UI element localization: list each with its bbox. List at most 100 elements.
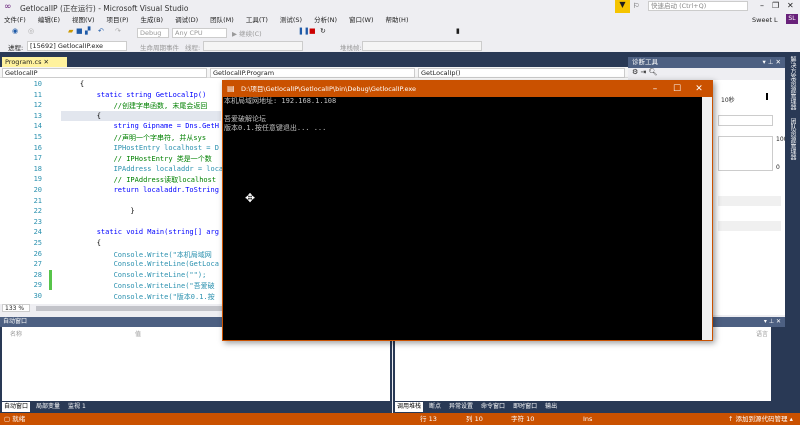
- tab-breakpoints[interactable]: 断点: [427, 402, 443, 412]
- tab-command-window[interactable]: 命令窗口: [479, 402, 507, 412]
- col-name: 名称: [10, 331, 23, 338]
- side-tab-team-explorer[interactable]: 团队资源管理器: [788, 118, 797, 160]
- menu-view[interactable]: 视图(V): [72, 15, 95, 26]
- project-dropdown[interactable]: GetlocalIP: [2, 68, 207, 78]
- code-line: IPHostEntry localhost = D: [63, 143, 219, 152]
- pause-icon[interactable]: ❚❚: [298, 27, 310, 35]
- tab-output[interactable]: 输出: [543, 402, 559, 412]
- source-control-button[interactable]: ↑ 添加到源代码管理 ▴: [728, 413, 793, 425]
- user-name[interactable]: Sweet L: [752, 16, 778, 24]
- menu-help[interactable]: 帮助(H): [386, 15, 409, 26]
- export-icon[interactable]: ⇥: [641, 68, 647, 76]
- standard-toolbar: ◉ ◎ ▰ ■ ▞ ↶ ↷ Debug Any CPU ▶ 继续(C) ❚❚ ■…: [0, 27, 800, 39]
- stack-frame-dropdown[interactable]: [362, 41, 482, 51]
- tab-program-cs[interactable]: Program.cs ✕: [2, 57, 67, 67]
- stack-frame-label: 堆栈帧:: [340, 44, 362, 52]
- save-all-icon[interactable]: ▞: [85, 27, 90, 35]
- stop-icon[interactable]: ■: [309, 27, 316, 35]
- platform-dropdown[interactable]: Any CPU: [172, 28, 227, 38]
- code-line: // IPAddress读取localhost: [63, 176, 217, 185]
- close-button[interactable]: ✕: [787, 1, 794, 10]
- process-dropdown[interactable]: [15692] GetlocalIP.exe: [27, 41, 127, 51]
- console-scrollbar[interactable]: [702, 97, 712, 340]
- settings-icon[interactable]: ⚙: [632, 68, 638, 76]
- code-line: {: [63, 111, 101, 120]
- line-number: 12: [33, 101, 42, 110]
- close-diag-icon[interactable]: ▾ ⊥ ✕: [762, 57, 785, 68]
- quick-launch-input[interactable]: 快速启动 (Ctrl+Q): [648, 1, 748, 11]
- source-control-label: 添加到源代码管理: [735, 415, 788, 423]
- timeline-marker: [766, 93, 768, 100]
- menu-edit[interactable]: 编辑(E): [38, 15, 60, 26]
- tab-locals[interactable]: 局部变量: [34, 402, 62, 412]
- feedback-icon[interactable]: ⚐: [633, 2, 639, 10]
- menu-file[interactable]: 文件(F): [4, 15, 26, 26]
- console-window[interactable]: ▤ D:\项目\GetlocalIP\GetlocalIP\bin\Debug\…: [222, 80, 713, 341]
- open-icon[interactable]: ▰: [68, 27, 73, 35]
- config-dropdown[interactable]: Debug: [137, 28, 169, 38]
- side-tab-solution-explorer[interactable]: 解决方案资源管理器: [788, 56, 797, 110]
- menu-window[interactable]: 窗口(W): [349, 15, 374, 26]
- continue-button[interactable]: ▶ 继续(C): [232, 28, 262, 38]
- line-number: 23: [33, 217, 42, 226]
- tab-watch[interactable]: 监视 1: [66, 402, 88, 412]
- move-cursor-icon: ✥: [245, 191, 256, 205]
- close-tab-icon[interactable]: ✕: [44, 58, 49, 66]
- bookmark-icon[interactable]: ▮: [456, 27, 460, 35]
- quick-launch-placeholder: 快速启动 (Ctrl+Q): [651, 2, 707, 10]
- save-icon[interactable]: ■: [76, 27, 83, 35]
- notification-flag-icon[interactable]: ▼: [615, 0, 630, 13]
- line-number: 27: [33, 260, 42, 269]
- menu-tools[interactable]: 工具(T): [246, 15, 268, 26]
- line-number: 11: [33, 90, 42, 99]
- zoom-in-icon[interactable]: 🔍︎: [649, 68, 658, 76]
- menu-project[interactable]: 项目(P): [107, 15, 129, 26]
- back-icon[interactable]: ◉: [12, 27, 18, 35]
- console-close-button[interactable]: ✕: [688, 81, 710, 97]
- restart-icon[interactable]: ↻: [320, 27, 326, 35]
- menu-build[interactable]: 生成(B): [141, 15, 164, 26]
- code-line: static void Main(string[] arg: [63, 228, 219, 237]
- thread-dropdown[interactable]: [203, 41, 303, 51]
- console-app-icon: ▤: [227, 84, 235, 93]
- console-title-bar[interactable]: ▤ D:\项目\GetlocalIP\GetlocalIP\bin\Debug\…: [223, 81, 712, 97]
- col-language: 语言: [755, 331, 768, 338]
- zoom-dropdown[interactable]: 133 %: [2, 304, 30, 312]
- tab-immediate-window[interactable]: 即时窗口: [511, 402, 539, 412]
- close-panel-icon[interactable]: ▾ ⊥ ✕: [764, 317, 785, 327]
- line-number: 26: [33, 249, 42, 258]
- forward-icon[interactable]: ◎: [28, 27, 34, 35]
- menu-test[interactable]: 测试(S): [280, 15, 302, 26]
- redo-icon[interactable]: ↷: [115, 27, 121, 35]
- menu-debug[interactable]: 调试(D): [175, 15, 198, 26]
- menu-analyze[interactable]: 分析(N): [314, 15, 337, 26]
- diag-title: 诊断工具: [632, 58, 658, 66]
- menu-team[interactable]: 团队(M): [210, 15, 234, 26]
- line-number: 20: [33, 186, 42, 194]
- member-value: GetLocalIp(): [421, 69, 461, 77]
- tab-autos[interactable]: 自动窗口: [2, 402, 31, 412]
- minimize-button[interactable]: –: [760, 1, 764, 10]
- console-maximize-button[interactable]: ☐: [666, 81, 688, 97]
- diag-row: [718, 196, 781, 206]
- lifecycle-events-button[interactable]: 生命周期事件: [140, 42, 179, 52]
- undo-icon[interactable]: ↶: [98, 27, 104, 35]
- events-track: [718, 115, 773, 126]
- console-minimize-button[interactable]: –: [644, 81, 666, 97]
- window-title: GetlocalIP (正在运行) - Microsoft Visual Stu…: [20, 4, 189, 13]
- tab-exception-settings[interactable]: 异常设置: [447, 402, 475, 412]
- diag-row: [718, 221, 781, 231]
- tab-call-stack[interactable]: 调用堆栈: [395, 402, 424, 412]
- code-line: string Gipname = Dns.GetH: [63, 122, 219, 131]
- line-number: 18: [33, 164, 42, 173]
- code-line: //声明一个字串符, 并从sys: [63, 134, 207, 142]
- restore-button[interactable]: ❐: [772, 1, 779, 10]
- console-title: D:\项目\GetlocalIP\GetlocalIP\bin\Debug\Ge…: [241, 85, 417, 93]
- side-tab-strip: 解决方案资源管理器 团队资源管理器: [785, 52, 800, 413]
- class-dropdown[interactable]: GetlocalIP.Program: [210, 68, 415, 78]
- avatar[interactable]: SL: [786, 14, 798, 24]
- code-line: Console.WriteLine(GetLoca: [63, 260, 219, 269]
- navigation-bar: GetlocalIP GetlocalIP.Program GetLocalIp…: [0, 67, 628, 78]
- member-dropdown[interactable]: GetLocalIp(): [418, 68, 625, 78]
- continue-label: 继续(C): [239, 30, 262, 38]
